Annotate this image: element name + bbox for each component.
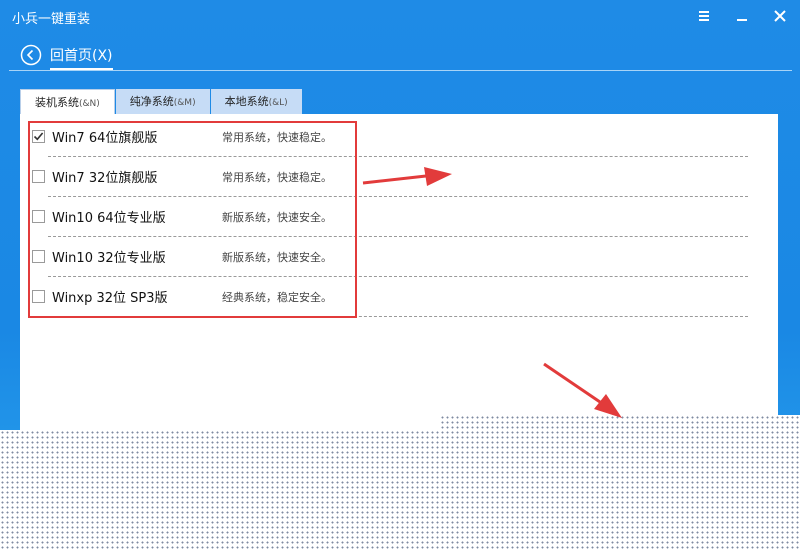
system-description: 经典系统，稳定安全。 <box>222 291 332 304</box>
system-checkbox[interactable] <box>32 130 45 143</box>
list-item[interactable]: Win10 64位专业版 新版系统，快速安全。 <box>24 198 748 238</box>
minimize-icon <box>737 19 747 21</box>
row-divider <box>48 316 748 317</box>
system-checkbox[interactable] <box>32 210 45 223</box>
close-button[interactable] <box>766 4 794 28</box>
app-window: 小兵一键重装 回首页(X) 装机系统(&N) 纯净系统(&M) 本地系统(&L)… <box>0 0 800 550</box>
home-nav[interactable]: 回首页(X) <box>20 40 113 70</box>
system-name: Win10 64位专业版 <box>52 211 166 226</box>
row-divider <box>48 196 748 197</box>
system-name: Win10 32位专业版 <box>52 251 166 266</box>
row-divider <box>48 276 748 277</box>
tab-label: 本地系统 <box>224 95 269 108</box>
list-item[interactable]: Winxp 32位 SP3版 经典系统，稳定安全。 <box>24 278 748 318</box>
system-name: Winxp 32位 SP3版 <box>52 291 168 306</box>
annotation-arrow-down-icon <box>543 362 622 418</box>
system-list: Win7 64位旗舰版 常用系统，快速稳定。 Win7 32位旗舰版 常用系统，… <box>24 118 748 318</box>
tab-bar: 装机系统(&N) 纯净系统(&M) 本地系统(&L) <box>20 89 303 115</box>
tab-label: 纯净系统 <box>129 95 174 108</box>
list-item[interactable]: Win7 64位旗舰版 常用系统，快速稳定。 <box>24 118 748 158</box>
title-bar: 小兵一键重装 <box>0 0 800 34</box>
system-name: Win7 32位旗舰版 <box>52 171 158 186</box>
system-description: 常用系统，快速稳定。 <box>222 131 332 144</box>
menu-button[interactable] <box>690 4 718 28</box>
tab-hotkey: (&L) <box>268 98 288 108</box>
system-description: 新版系统，快速安全。 <box>222 251 332 264</box>
menu-icon <box>699 11 709 21</box>
system-description: 新版系统，快速安全。 <box>222 211 332 224</box>
annotation-arrow-right-icon <box>362 167 452 186</box>
tab-hotkey: (&N) <box>79 99 100 109</box>
dither-noise-area <box>0 430 800 550</box>
list-item[interactable]: Win10 32位专业版 新版系统，快速安全。 <box>24 238 748 278</box>
app-title: 小兵一键重装 <box>12 12 91 27</box>
tab-label: 装机系统 <box>35 96 79 109</box>
minimize-button[interactable] <box>728 4 756 28</box>
system-name: Win7 64位旗舰版 <box>52 131 158 146</box>
row-divider <box>48 236 748 237</box>
system-checkbox[interactable] <box>32 170 45 183</box>
tab-local-system[interactable]: 本地系统(&L) <box>210 89 302 115</box>
system-description: 常用系统，快速稳定。 <box>222 171 332 184</box>
header-divider <box>9 70 792 71</box>
back-arrow-circle-icon[interactable] <box>20 44 42 66</box>
close-icon <box>774 10 786 22</box>
home-link[interactable]: 回首页(X) <box>50 45 113 70</box>
tab-hotkey: (&M) <box>173 98 196 108</box>
tab-install-system[interactable]: 装机系统(&N) <box>20 89 115 115</box>
system-checkbox[interactable] <box>32 290 45 303</box>
checkmark-icon <box>33 132 44 141</box>
system-checkbox[interactable] <box>32 250 45 263</box>
row-divider <box>48 156 748 157</box>
tab-clean-system[interactable]: 纯净系统(&M) <box>115 89 210 115</box>
